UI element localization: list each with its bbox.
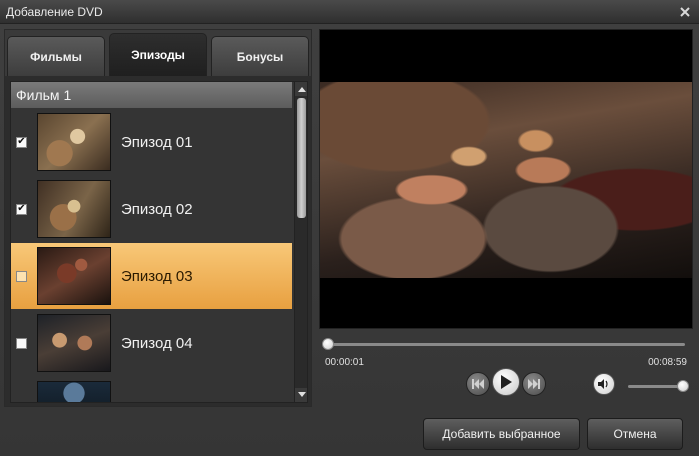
episode-thumbnail — [37, 314, 111, 372]
list-item[interactable]: ✔ Эпизод 02 — [11, 176, 292, 242]
scroll-thumb[interactable] — [297, 98, 306, 218]
episode-thumbnail — [37, 113, 111, 171]
title-bar: Добавление DVD — [0, 0, 699, 24]
total-time: 00:08:59 — [648, 357, 687, 368]
volume-handle[interactable] — [677, 380, 689, 392]
episode-checkbox[interactable] — [16, 337, 27, 349]
play-icon — [501, 375, 512, 389]
episode-thumbnail — [37, 381, 111, 402]
close-icon — [680, 6, 690, 17]
player-controls: 00:00:01 00:08:59 — [319, 334, 693, 404]
arrow-up-icon — [297, 87, 306, 92]
cancel-button[interactable]: Отмена — [587, 418, 683, 450]
episode-thumbnail — [37, 180, 111, 238]
scroll-up-button[interactable] — [295, 82, 307, 96]
skip-back-icon — [472, 379, 484, 389]
window-title: Добавление DVD — [6, 5, 103, 19]
episode-checkbox[interactable] — [16, 270, 27, 282]
film-group-header[interactable]: Фильм 1 — [11, 82, 292, 108]
episode-thumbnail — [37, 247, 111, 305]
dialog-body: Фильмы Эпизоды Бонусы Фильм 1 ✔ Эпизод 0… — [0, 24, 699, 456]
tab-bonuses[interactable]: Бонусы — [211, 36, 309, 76]
episode-checkbox[interactable]: ✔ — [16, 203, 27, 215]
seek-bar[interactable] — [327, 343, 685, 346]
scroll-down-button[interactable] — [295, 388, 307, 402]
tab-episodes[interactable]: Эпизоды — [109, 33, 207, 76]
episode-checkbox[interactable]: ✔ — [16, 136, 27, 148]
episode-label: Эпизод 04 — [121, 334, 193, 352]
tab-bar: Фильмы Эпизоды Бонусы — [5, 30, 311, 76]
current-time: 00:00:01 — [325, 357, 364, 368]
video-preview[interactable] — [319, 29, 693, 329]
episode-label: Эпизод 02 — [121, 200, 193, 218]
episode-panel: Фильмы Эпизоды Бонусы Фильм 1 ✔ Эпизод 0… — [4, 29, 312, 407]
video-frame — [320, 82, 692, 278]
episode-list: Фильм 1 ✔ Эпизод 01 ✔ Эпизод 02 Эпизод 0… — [10, 81, 308, 403]
episode-label: Эпизод 03 — [121, 267, 193, 285]
list-item[interactable]: Эпизод 03 — [11, 243, 292, 309]
episode-label: Эпизод 01 — [121, 133, 193, 151]
list-item[interactable]: Эпизод 04 — [11, 310, 292, 376]
list-scrollbar[interactable] — [294, 82, 307, 402]
speaker-icon — [598, 379, 608, 389]
add-selected-button[interactable]: Добавить выбранное — [423, 418, 580, 450]
list-item[interactable] — [11, 377, 292, 402]
tab-films[interactable]: Фильмы — [7, 36, 105, 76]
arrow-down-icon — [297, 392, 306, 397]
skip-forward-icon — [528, 379, 540, 389]
volume-button[interactable] — [593, 373, 615, 395]
previous-button[interactable] — [466, 372, 490, 396]
close-button[interactable] — [676, 3, 694, 20]
seek-handle[interactable] — [321, 338, 334, 350]
list-item[interactable]: ✔ Эпизод 01 — [11, 109, 292, 175]
next-button[interactable] — [522, 372, 546, 396]
play-button[interactable] — [492, 368, 520, 396]
